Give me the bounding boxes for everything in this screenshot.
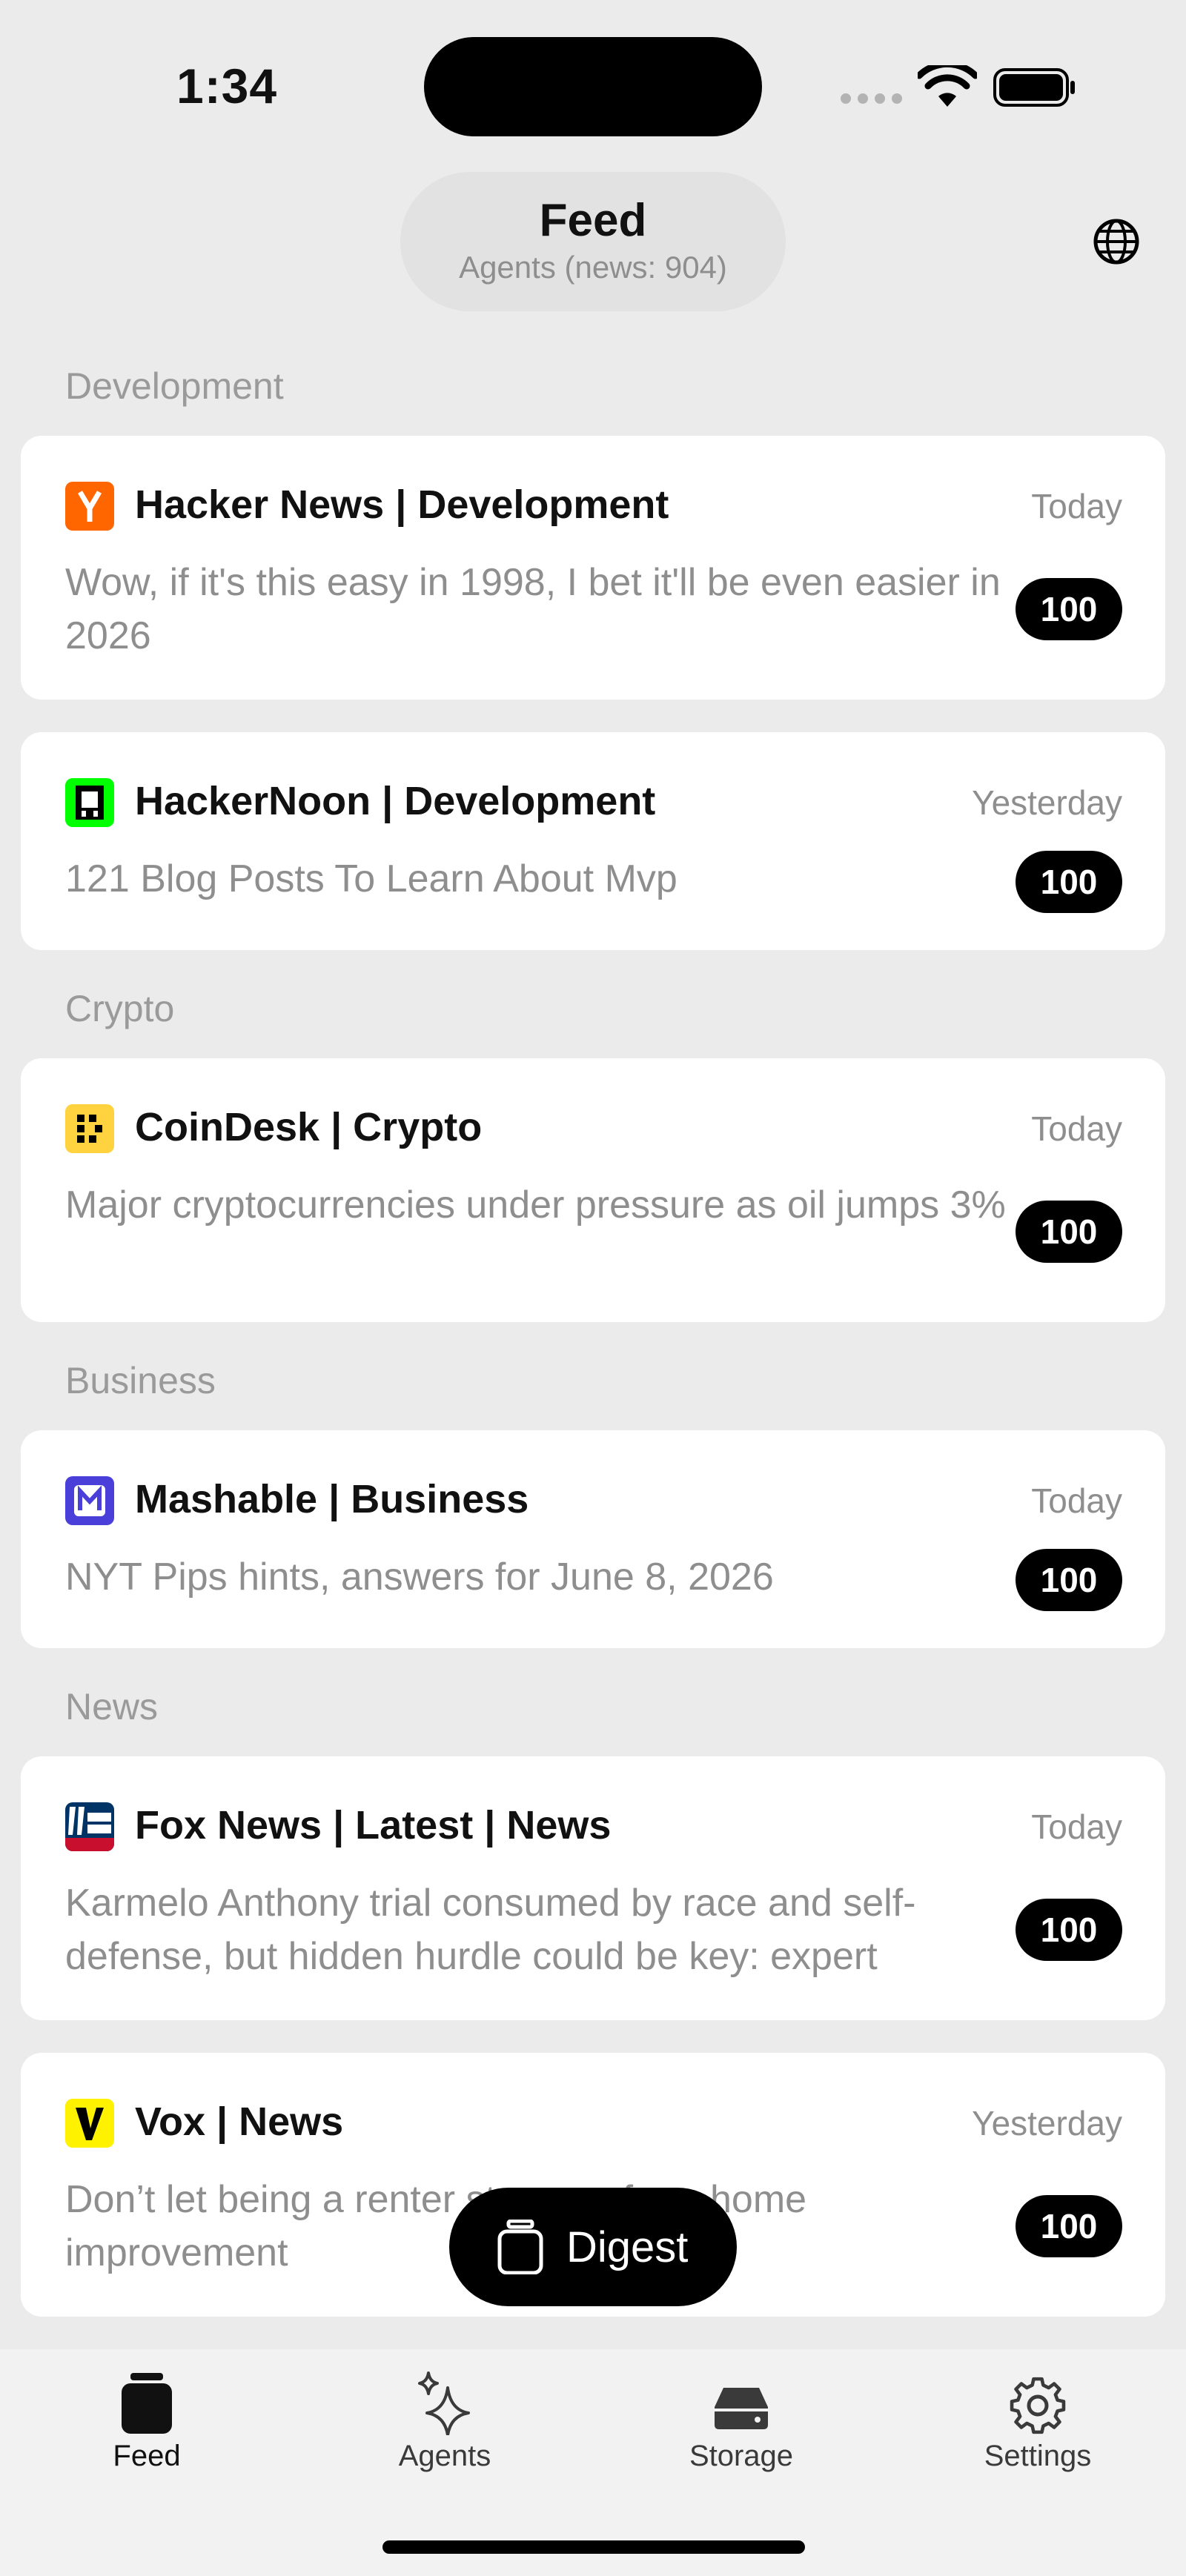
feed-item-summary: 121 Blog Posts To Learn About Mvp [65, 857, 678, 900]
tab-feed[interactable]: Feed [50, 2371, 243, 2473]
drive-icon [715, 2388, 768, 2429]
section-header-news: News [65, 1686, 159, 1727]
mashable-logo-icon [65, 1476, 114, 1525]
feed-item-summary: Major cryptocurrencies under pressure as… [65, 1184, 1006, 1226]
feed-item-score-badge: 100 [1016, 1549, 1122, 1611]
coindesk-logo-icon [65, 1104, 114, 1153]
feed-item-score-badge: 100 [1016, 851, 1122, 913]
home-indicator [382, 2540, 805, 2554]
tab-label: Agents [398, 2440, 491, 2472]
feed-title-selector[interactable]: Feed Agents (news: 904) [400, 172, 786, 311]
tab-settings[interactable]: Settings [941, 2371, 1134, 2473]
section-header-crypto: Crypto [65, 988, 175, 1029]
feed-item-summary: NYT Pips hints, answers for June 8, 2026 [65, 1556, 774, 1599]
tab-label: Settings [984, 2440, 1092, 2472]
feed-item-card[interactable]: CoinDesk | Crypto Today Major cryptocurr… [21, 1058, 1165, 1322]
feed-item-date: Today [1031, 1807, 1122, 1846]
dynamic-island [424, 37, 762, 136]
tab-agents[interactable]: Agents [348, 2371, 541, 2473]
fox-news-logo-icon [65, 1802, 114, 1851]
battery-icon [993, 68, 1075, 107]
hackernoon-logo-icon [65, 778, 114, 827]
status-time: 1:34 [176, 59, 278, 113]
sparkle-icon [418, 2371, 470, 2435]
feed-item-date: Today [1031, 1481, 1122, 1520]
hacker-news-logo-icon [65, 482, 114, 531]
gear-icon [1010, 2377, 1066, 2434]
page-subtitle: Agents (news: 904) [459, 250, 727, 285]
feed-item-card[interactable]: HackerNoon | Development Yesterday 121 B… [21, 732, 1165, 950]
feed-item-source: Mashable | Business [135, 1477, 529, 1521]
feed-item-card[interactable]: Hacker News | Development Today Wow, if … [21, 436, 1165, 700]
digest-button[interactable]: Digest [449, 2188, 737, 2306]
globe-icon[interactable] [1093, 218, 1140, 265]
feed-item-source: Fox News | Latest | News [135, 1803, 612, 1848]
feed-item-score-badge: 100 [1016, 2195, 1122, 2257]
page-title: Feed [539, 195, 647, 246]
tab-storage[interactable]: Storage [645, 2371, 838, 2473]
feed-item-source: Vox | News [135, 2099, 344, 2144]
feed-item-score-badge: 100 [1016, 1899, 1122, 1961]
feed-item-source: HackerNoon | Development [135, 779, 656, 823]
feed-item-date: Today [1031, 487, 1122, 525]
cellular-signal-icon [841, 93, 902, 104]
digest-button-label: Digest [566, 2223, 689, 2271]
feed-item-date: Yesterday [972, 2104, 1122, 2142]
section-header-development: Development [65, 365, 284, 407]
digest-jar-icon [497, 2220, 543, 2274]
feed-item-summary: Wow, if it's this easy in 1998, I bet it… [65, 561, 1001, 657]
feed-jar-icon [122, 2373, 172, 2434]
vox-logo-icon [65, 2099, 114, 2148]
feed-item-source: Hacker News | Development [135, 482, 669, 527]
feed-item-date: Today [1031, 1109, 1122, 1148]
feed-item-summary: Karmelo Anthony trial consumed by race a… [65, 1882, 916, 1978]
feed-item-score-badge: 100 [1016, 578, 1122, 640]
feed-item-card[interactable]: Mashable | Business Today NYT Pips hints… [21, 1430, 1165, 1648]
tab-label: Feed [113, 2440, 181, 2472]
section-header-business: Business [65, 1360, 216, 1401]
feed-item-source: CoinDesk | Crypto [135, 1105, 483, 1149]
wifi-icon [918, 65, 977, 107]
feed-item-date: Yesterday [972, 783, 1122, 822]
feed-screen: 1:34 Feed Agents (news: 904) Development… [0, 0, 1186, 2576]
feed-item-score-badge: 100 [1016, 1201, 1122, 1263]
feed-item-card[interactable]: Fox News | Latest | News Today Karmelo A… [21, 1756, 1165, 2020]
tab-label: Storage [689, 2440, 794, 2472]
